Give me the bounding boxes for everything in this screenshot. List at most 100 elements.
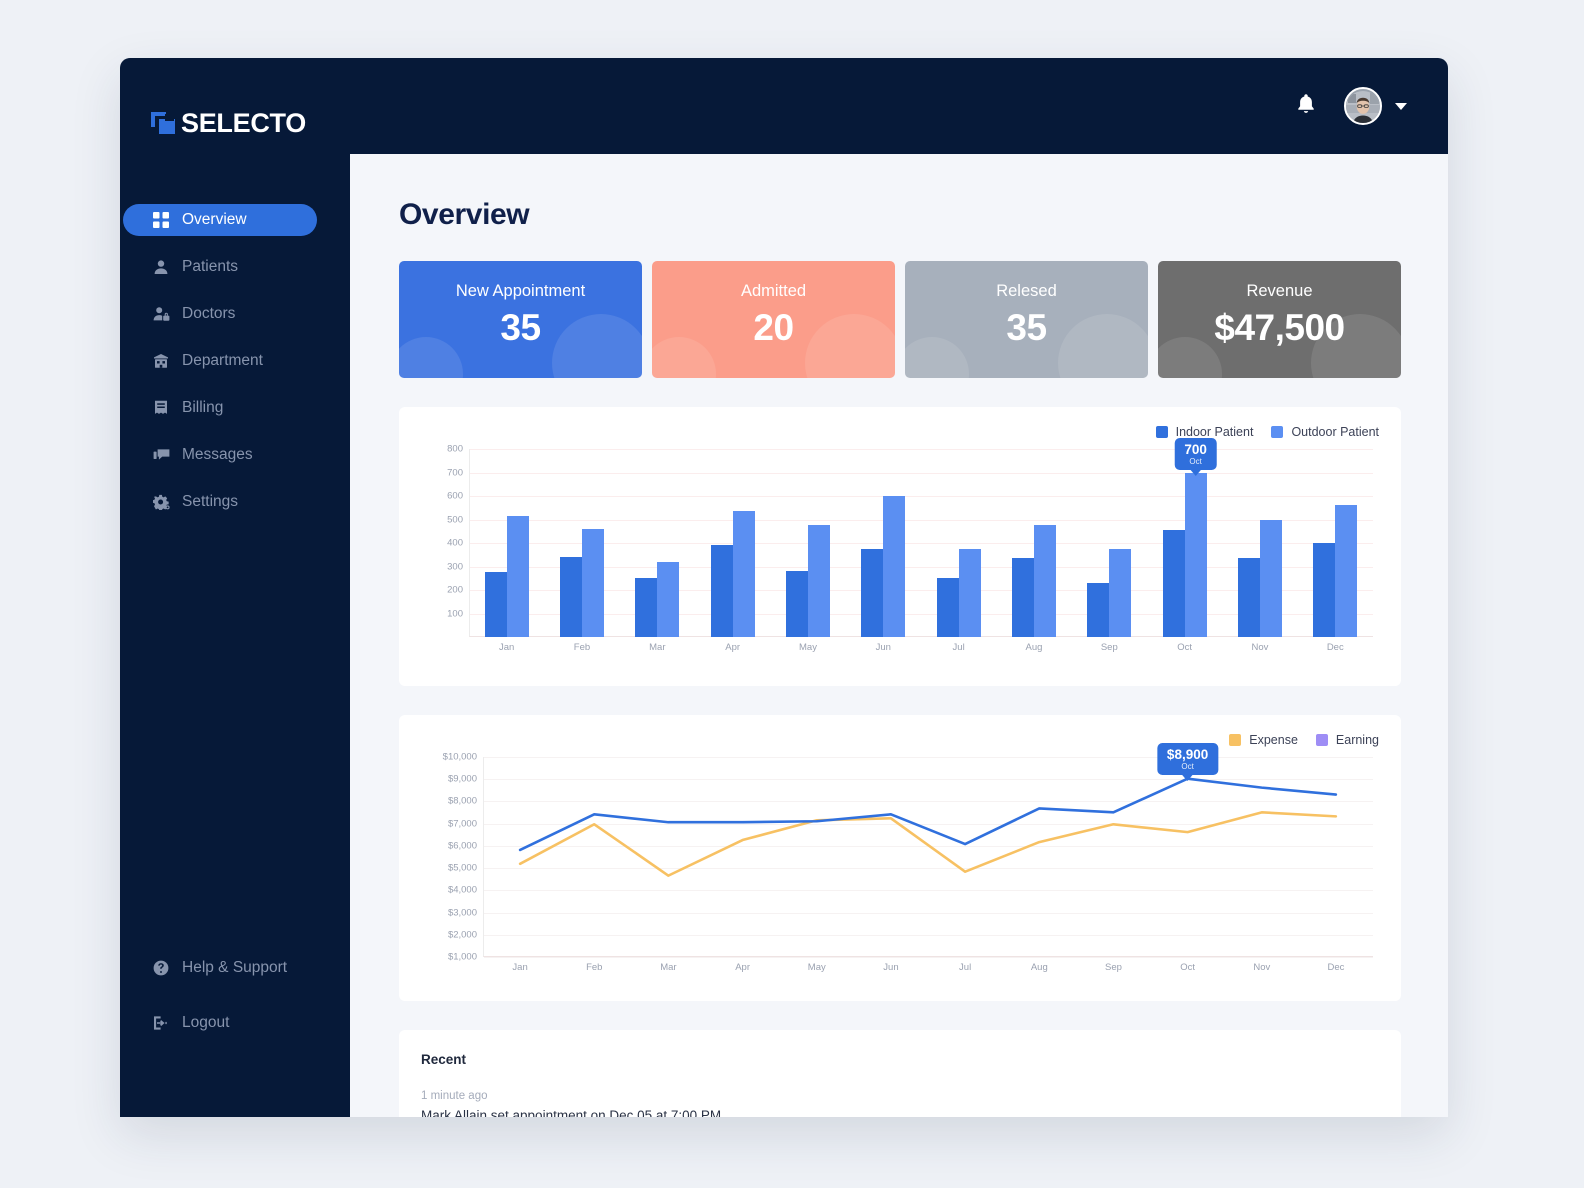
sidebar-item-billing[interactable]: Billing xyxy=(120,392,350,424)
page-title: Overview xyxy=(399,198,530,231)
x-tick-label: Aug xyxy=(1025,642,1043,653)
y-tick-label: $6,000 xyxy=(447,840,477,852)
bar-group[interactable] xyxy=(770,449,845,637)
bar[interactable] xyxy=(484,572,507,637)
x-tick-label: Jan xyxy=(499,642,515,653)
building-icon xyxy=(152,352,170,370)
bar-group[interactable] xyxy=(544,449,619,637)
brand-logo[interactable]: SELECTO xyxy=(120,93,350,153)
bar[interactable] xyxy=(732,511,755,637)
sidebar-item-patients[interactable]: Patients xyxy=(120,251,350,283)
bar[interactable] xyxy=(559,557,582,637)
x-tick-label: Mar xyxy=(649,642,666,653)
stat-card-value: 20 xyxy=(753,307,794,348)
bar[interactable] xyxy=(1033,525,1056,637)
bar[interactable] xyxy=(657,561,680,637)
gear-icon xyxy=(152,493,170,511)
y-tick-label: $7,000 xyxy=(447,818,477,830)
bar[interactable] xyxy=(1313,543,1336,637)
stat-card-admitted[interactable]: Admitted 20 xyxy=(652,261,895,378)
app-window: SELECTO Overview Patients Doctors Depart… xyxy=(120,58,1448,1117)
x-tick-label: Oct xyxy=(1180,962,1196,973)
sidebar-item-logout[interactable]: Logout xyxy=(120,1007,350,1039)
bar[interactable] xyxy=(1335,505,1358,637)
legend-swatch-icon xyxy=(1315,734,1328,746)
user-menu[interactable] xyxy=(1344,87,1407,125)
bar[interactable] xyxy=(861,548,884,637)
stat-cards: New Appointment 35 Admitted 20 Relesed 3… xyxy=(399,261,1401,378)
bar[interactable] xyxy=(506,515,529,637)
bell-icon[interactable] xyxy=(1296,93,1316,120)
x-tick-label: Sep xyxy=(1105,962,1122,973)
bar[interactable] xyxy=(581,528,604,637)
x-tick-label: Sep xyxy=(1100,642,1118,653)
bar[interactable] xyxy=(883,496,906,637)
bar[interactable] xyxy=(1011,558,1034,637)
stat-card-value: 35 xyxy=(500,307,541,348)
topbar xyxy=(350,58,1448,154)
bar[interactable] xyxy=(785,571,808,637)
bar[interactable] xyxy=(1087,582,1110,637)
sidebar-item-doctors[interactable]: Doctors xyxy=(120,298,350,330)
stat-card-new-appointment[interactable]: New Appointment 35 xyxy=(399,261,642,378)
bar[interactable] xyxy=(1184,472,1207,637)
bar-group[interactable] xyxy=(1222,449,1297,637)
y-tick-label: $4,000 xyxy=(447,884,477,896)
line-chart-x-axis: Jan Feb Mar Apr May Jun Jul Aug Sep Oct Nov Dec xyxy=(483,957,1373,979)
stat-card-label: Relesed xyxy=(996,282,1057,300)
bar-group[interactable] xyxy=(695,449,770,637)
bar-group[interactable] xyxy=(846,449,921,637)
bar[interactable] xyxy=(936,578,959,637)
sidebar-item-overview[interactable]: Overview xyxy=(123,204,317,236)
stat-card-value: 35 xyxy=(1006,307,1047,348)
x-tick-label: Feb xyxy=(573,642,591,653)
stat-card-relesed[interactable]: Relesed 35 xyxy=(905,261,1148,378)
x-tick-label: Feb xyxy=(586,962,603,973)
bar[interactable] xyxy=(807,525,830,637)
legend-item-earning[interactable]: Earning xyxy=(1315,733,1379,747)
user-md-icon xyxy=(152,305,170,323)
bar-chart-x-axis: Jan Feb Mar Apr May Jun Jul Aug Sep Oct Nov Dec xyxy=(469,637,1373,659)
bar[interactable] xyxy=(1109,548,1132,637)
bar-group[interactable] xyxy=(620,449,695,637)
bar-group[interactable] xyxy=(921,449,996,637)
receipt-icon xyxy=(152,399,170,417)
x-tick-label: Jul xyxy=(952,642,965,653)
bar[interactable] xyxy=(1259,519,1282,637)
x-tick-label: Apr xyxy=(735,962,750,973)
sidebar-item-department[interactable]: Department xyxy=(120,345,350,377)
bar-group[interactable] xyxy=(1147,449,1222,637)
bar-group[interactable] xyxy=(1072,449,1147,637)
y-tick-label: $3,000 xyxy=(447,907,477,919)
legend-label: Expense xyxy=(1249,733,1298,747)
bar[interactable] xyxy=(1162,530,1185,637)
legend-item-outdoor-patient[interactable]: Outdoor Patient xyxy=(1271,425,1379,439)
bar-group[interactable] xyxy=(469,449,544,637)
y-tick-label: 400 xyxy=(447,537,463,549)
bar[interactable] xyxy=(1237,558,1260,637)
x-tick-label: Jul xyxy=(959,962,972,973)
legend-label: Earning xyxy=(1335,733,1379,747)
recent-entry-time: 1 minute ago xyxy=(421,1090,488,1102)
avatar xyxy=(1344,87,1382,125)
y-tick-label: 100 xyxy=(447,608,463,619)
bar-group[interactable] xyxy=(1298,449,1373,637)
sidebar-item-label: Help & Support xyxy=(182,959,288,976)
bar-chart-tooltip: 700 Oct xyxy=(1174,437,1217,470)
legend-item-expense[interactable]: Expense xyxy=(1229,733,1298,747)
sidebar-item-settings[interactable]: Settings xyxy=(120,486,350,518)
bar[interactable] xyxy=(635,578,658,637)
bar-chart-legend: Indoor Patient Outdoor Patient xyxy=(421,423,1379,441)
sidebar-item-label: Patients xyxy=(182,258,239,275)
brand-name: SELECTO xyxy=(181,107,306,138)
bar[interactable] xyxy=(710,545,733,637)
bar-group[interactable] xyxy=(996,449,1071,637)
x-tick-label: Nov xyxy=(1253,962,1271,973)
bar[interactable] xyxy=(958,548,981,637)
user-icon xyxy=(152,258,170,276)
sidebar-item-help-support[interactable]: Help & Support xyxy=(120,952,350,984)
sidebar-item-messages[interactable]: Messages xyxy=(120,439,350,471)
stat-card-revenue[interactable]: Revenue $47,500 xyxy=(1158,261,1401,378)
sidebar-bottom-nav: Help & Support Logout xyxy=(120,952,350,1062)
x-tick-label: Jun xyxy=(875,642,891,653)
